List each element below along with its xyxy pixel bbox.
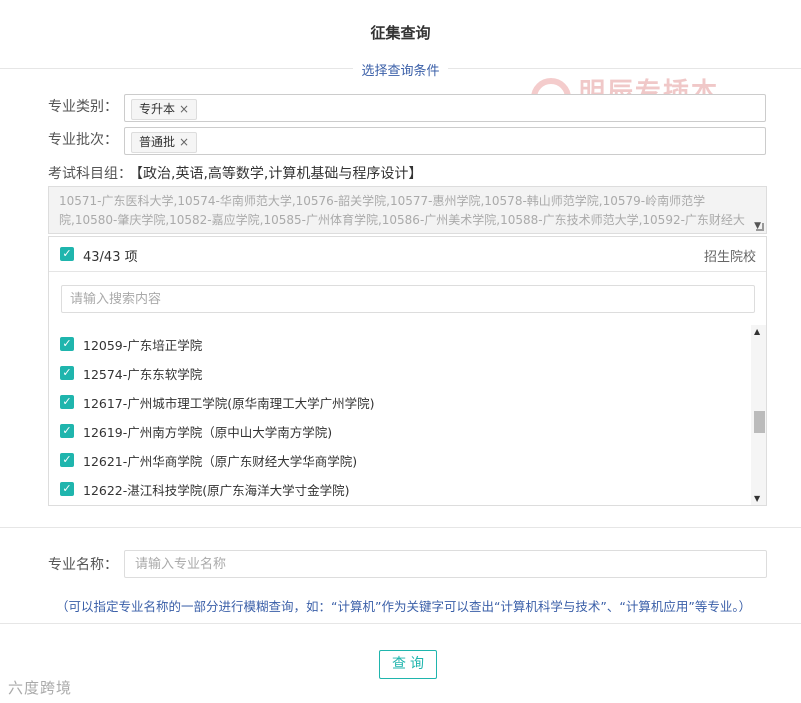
- list-item[interactable]: ✓ 12621-广州华商学院（原广东财经大学华商学院): [49, 449, 749, 471]
- divider: [0, 527, 801, 528]
- panel-header: ✓ 43/43 项 招生院校: [49, 237, 766, 272]
- resize-handle[interactable]: [756, 223, 764, 231]
- divider: [0, 623, 801, 624]
- item-label: 12574-广东东软学院: [83, 367, 203, 382]
- exam-subjects: 考试科目组： 【政治,英语,高等数学,计算机基础与程序设计】: [48, 163, 422, 183]
- item-label: 12059-广东培正学院: [83, 338, 203, 353]
- major-batch-select[interactable]: 普通批 ×: [124, 127, 766, 155]
- major-batch-label: 专业批次：: [48, 132, 118, 148]
- major-batch-tag: 普通批 ×: [131, 132, 198, 153]
- scrollbar-thumb[interactable]: [754, 411, 765, 433]
- search-input[interactable]: [61, 285, 755, 313]
- major-category-select[interactable]: 专升本 ×: [124, 94, 766, 122]
- item-label: 12621-广州华商学院（原广东财经大学华商学院): [83, 454, 358, 469]
- list-item[interactable]: ✓ 12617-广州城市理工学院(原华南理工大学广州学院): [49, 391, 749, 413]
- item-label: 12622-湛江科技学院(原广东海洋大学寸金学院): [83, 483, 350, 498]
- schools-text: 10571-广东医科大学,10574-华南师范大学,10576-韶关学院,105…: [59, 194, 745, 227]
- exam-subjects-label: 考试科目组：: [48, 166, 132, 182]
- query-button[interactable]: 查询: [379, 650, 437, 679]
- selected-count: 43/43 项: [83, 250, 138, 265]
- major-category-tag: 专升本 ×: [131, 99, 198, 120]
- major-name-label: 专业名称：: [48, 557, 118, 573]
- item-checkbox[interactable]: ✓: [60, 395, 74, 409]
- major-name-input[interactable]: [124, 550, 767, 578]
- scroll-up-icon[interactable]: ▲: [754, 327, 760, 336]
- tag-remove-icon[interactable]: ×: [179, 135, 189, 149]
- page-title: 征集查询: [370, 24, 431, 42]
- item-label: 12619-广州南方学院（原中山大学南方学院): [83, 425, 333, 440]
- school-list: ✓ 12059-广东培正学院 ✓ 12574-广东东软学院 ✓ 12617-广州…: [49, 327, 749, 505]
- list-item[interactable]: ✓ 12059-广东培正学院: [49, 333, 749, 355]
- list-scrollbar[interactable]: ▲ ▼: [751, 325, 766, 505]
- section-title: 选择查询条件: [0, 60, 801, 79]
- search-hint: （可以指定专业名称的一部分进行模糊查询，如：“计算机”作为关键字可以查出“计算机…: [56, 599, 752, 614]
- item-label: 12617-广州城市理工学院(原华南理工大学广州学院): [83, 396, 375, 411]
- footer-watermark: 六度跨境: [8, 679, 73, 697]
- tag-remove-icon[interactable]: ×: [179, 102, 189, 116]
- scroll-down-icon[interactable]: ▼: [754, 494, 760, 503]
- school-transfer-panel: ✓ 43/43 项 招生院校 ✓ 12059-广东培正学院 ✓ 12574-广东…: [48, 236, 767, 506]
- item-checkbox[interactable]: ✓: [60, 482, 74, 496]
- major-category-label: 专业类别：: [48, 99, 118, 115]
- item-checkbox[interactable]: ✓: [60, 337, 74, 351]
- exam-subjects-value: 【政治,英语,高等数学,计算机基础与程序设计】: [136, 166, 423, 182]
- panel-title: 招生院校: [703, 250, 756, 265]
- item-checkbox[interactable]: ✓: [60, 453, 74, 467]
- item-checkbox[interactable]: ✓: [60, 366, 74, 380]
- schools-textarea[interactable]: 10571-广东医科大学,10574-华南师范大学,10576-韶关学院,105…: [48, 186, 767, 234]
- list-item[interactable]: ✓ 12574-广东东软学院: [49, 362, 749, 384]
- select-all-checkbox[interactable]: ✓: [60, 247, 74, 261]
- list-item[interactable]: ✓ 12622-湛江科技学院(原广东海洋大学寸金学院): [49, 478, 749, 500]
- item-checkbox[interactable]: ✓: [60, 424, 74, 438]
- list-item[interactable]: ✓ 12619-广州南方学院（原中山大学南方学院): [49, 420, 749, 442]
